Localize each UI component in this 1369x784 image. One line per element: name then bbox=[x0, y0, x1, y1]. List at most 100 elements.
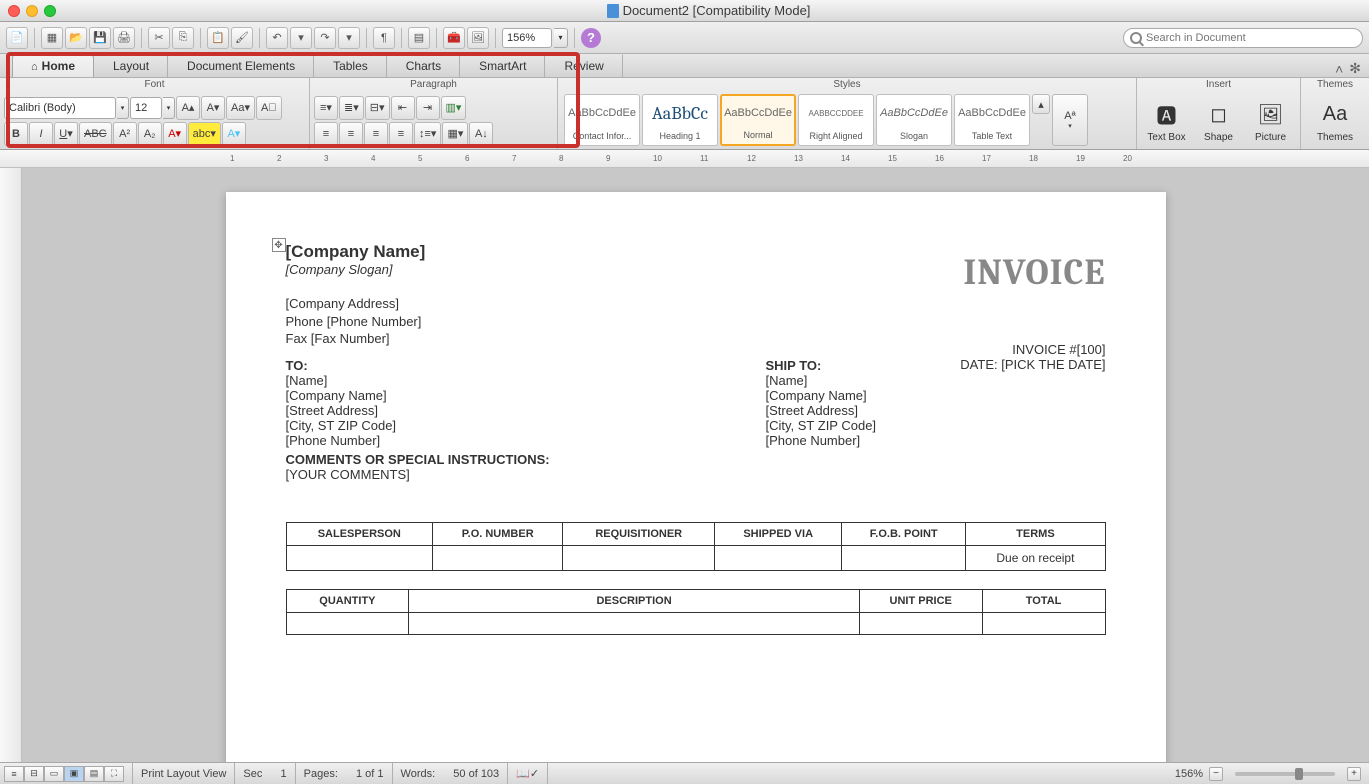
zoom-out-button[interactable]: − bbox=[1209, 767, 1223, 781]
company-phone[interactable]: Phone [Phone Number] bbox=[286, 313, 1106, 331]
copy-button[interactable]: ⎘ bbox=[172, 27, 194, 49]
page[interactable]: ✥ INVOICE [Company Name] [Company Slogan… bbox=[226, 192, 1166, 762]
td-requisitioner[interactable] bbox=[563, 545, 715, 570]
invoice-title[interactable]: INVOICE bbox=[963, 252, 1105, 293]
ship-city[interactable]: [City, ST ZIP Code] bbox=[766, 418, 1106, 433]
tab-document-elements[interactable]: Document Elements bbox=[168, 54, 314, 77]
tab-review[interactable]: Review bbox=[545, 54, 622, 77]
invoice-info-table[interactable]: SALESPERSON P.O. NUMBER REQUISITIONER SH… bbox=[286, 522, 1106, 571]
themes-button[interactable]: AaThemes bbox=[1310, 98, 1360, 143]
save-button[interactable]: 💾 bbox=[89, 27, 111, 49]
font-size-input[interactable]: 12 bbox=[130, 97, 162, 119]
th-terms[interactable]: TERMS bbox=[966, 522, 1105, 545]
ship-street[interactable]: [Street Address] bbox=[766, 403, 1106, 418]
to-city[interactable]: [City, ST ZIP Code] bbox=[286, 418, 626, 433]
draft-view-button[interactable]: ≡ bbox=[4, 766, 24, 782]
ship-name[interactable]: [Name] bbox=[766, 373, 1106, 388]
th-fob-point[interactable]: F.O.B. POINT bbox=[842, 522, 966, 545]
publishing-view-button[interactable]: ▭ bbox=[44, 766, 64, 782]
tab-smartart[interactable]: SmartArt bbox=[460, 54, 545, 77]
zoom-value[interactable]: 156% bbox=[502, 28, 552, 48]
style-slogan[interactable]: AaBbCcDdEeSlogan bbox=[876, 94, 952, 146]
invoice-date[interactable]: DATE: [PICK THE DATE] bbox=[960, 357, 1105, 372]
cut-button[interactable]: ✂ bbox=[148, 27, 170, 49]
company-address[interactable]: [Company Address] bbox=[286, 295, 1106, 313]
minimize-icon[interactable] bbox=[26, 5, 38, 17]
comments-label[interactable]: COMMENTS OR SPECIAL INSTRUCTIONS: bbox=[286, 452, 1106, 467]
line-spacing-button[interactable]: ↕≡▾ bbox=[414, 122, 441, 146]
td-terms[interactable]: Due on receipt bbox=[966, 545, 1105, 570]
ribbon-settings-icon[interactable]: ✻ bbox=[1349, 60, 1361, 77]
new-from-template-button[interactable]: ▦ bbox=[41, 27, 63, 49]
search-input[interactable] bbox=[1146, 32, 1356, 44]
columns-button[interactable]: ▥▾ bbox=[441, 96, 467, 120]
open-button[interactable]: 📂 bbox=[65, 27, 87, 49]
tab-charts[interactable]: Charts bbox=[387, 54, 460, 77]
change-case-button[interactable]: Aa▾ bbox=[226, 96, 255, 120]
zoom-slider[interactable] bbox=[1235, 772, 1335, 776]
strikethrough-button[interactable]: ABC bbox=[79, 122, 112, 146]
numbering-button[interactable]: ≣▾ bbox=[339, 96, 364, 120]
style-contact-info[interactable]: AaBbCcDdEeContact Infor... bbox=[564, 94, 640, 146]
tab-layout[interactable]: Layout bbox=[94, 54, 168, 77]
justify-button[interactable]: ≡ bbox=[389, 122, 413, 146]
th-requisitioner[interactable]: REQUISITIONER bbox=[563, 522, 715, 545]
style-normal[interactable]: AaBbCcDdEeNormal bbox=[720, 94, 796, 146]
style-heading-1[interactable]: AaBbCcHeading 1 bbox=[642, 94, 718, 146]
to-name[interactable]: [Name] bbox=[286, 373, 626, 388]
align-right-button[interactable]: ≡ bbox=[364, 122, 388, 146]
th-description[interactable]: DESCRIPTION bbox=[409, 589, 859, 612]
italic-button[interactable]: I bbox=[29, 122, 53, 146]
align-left-button[interactable]: ≡ bbox=[314, 122, 338, 146]
to-company[interactable]: [Company Name] bbox=[286, 388, 626, 403]
font-color-button[interactable]: A▾ bbox=[163, 122, 187, 146]
print-layout-view-button[interactable]: ▣ bbox=[64, 766, 84, 782]
insert-textbox[interactable]: 🅰Text Box bbox=[1142, 94, 1192, 147]
th-salesperson[interactable]: SALESPERSON bbox=[286, 522, 433, 545]
format-painter-button[interactable]: 🖌 bbox=[231, 27, 253, 49]
td-salesperson[interactable] bbox=[286, 545, 433, 570]
redo-button[interactable]: ↷ bbox=[314, 27, 336, 49]
notebook-view-button[interactable]: ▤ bbox=[84, 766, 104, 782]
align-center-button[interactable]: ≡ bbox=[339, 122, 363, 146]
close-icon[interactable] bbox=[8, 5, 20, 17]
font-name-dropdown[interactable]: ▾ bbox=[117, 97, 129, 119]
styles-pane-button[interactable]: Aª▾ bbox=[1052, 94, 1088, 146]
ship-company[interactable]: [Company Name] bbox=[766, 388, 1106, 403]
th-shipped-via[interactable]: SHIPPED VIA bbox=[715, 522, 842, 545]
outline-view-button[interactable]: ⊟ bbox=[24, 766, 44, 782]
ship-phone[interactable]: [Phone Number] bbox=[766, 433, 1106, 448]
media-browser-button[interactable]: 🖼 bbox=[467, 27, 489, 49]
font-name-input[interactable]: Calibri (Body) bbox=[4, 97, 116, 119]
clear-formatting-button[interactable]: A⃠ bbox=[256, 96, 282, 120]
to-street[interactable]: [Street Address] bbox=[286, 403, 626, 418]
comments-value[interactable]: [YOUR COMMENTS] bbox=[286, 467, 1106, 482]
insert-shape[interactable]: ◻Shape bbox=[1194, 94, 1244, 147]
fullscreen-view-button[interactable]: ⛶ bbox=[104, 766, 124, 782]
vertical-ruler[interactable] bbox=[0, 168, 22, 762]
decrease-indent-button[interactable]: ⇤ bbox=[391, 96, 415, 120]
td-shipped-via[interactable] bbox=[715, 545, 842, 570]
font-size-dropdown[interactable]: ▾ bbox=[163, 97, 175, 119]
to-label[interactable]: TO: bbox=[286, 358, 626, 373]
document-scroll[interactable]: ✥ INVOICE [Company Name] [Company Slogan… bbox=[22, 168, 1369, 762]
zoom-icon[interactable] bbox=[44, 5, 56, 17]
style-right-aligned[interactable]: AABBCCDDEERight Aligned bbox=[798, 94, 874, 146]
undo-button[interactable]: ↶ bbox=[266, 27, 288, 49]
spellcheck-icon[interactable]: 📖✓ bbox=[516, 767, 539, 780]
increase-indent-button[interactable]: ⇥ bbox=[416, 96, 440, 120]
zoom-in-button[interactable]: + bbox=[1347, 767, 1361, 781]
th-total[interactable]: TOTAL bbox=[982, 589, 1105, 612]
grow-font-button[interactable]: A▴ bbox=[176, 96, 200, 120]
show-hide-button[interactable]: ¶ bbox=[373, 27, 395, 49]
styles-scroll-up[interactable]: ▴ bbox=[1032, 94, 1050, 114]
underline-button[interactable]: U▾ bbox=[54, 122, 78, 146]
paste-button[interactable]: 📋 bbox=[207, 27, 229, 49]
bold-button[interactable]: B bbox=[4, 122, 28, 146]
to-phone[interactable]: [Phone Number] bbox=[286, 433, 626, 448]
multilevel-list-button[interactable]: ⊟▾ bbox=[365, 96, 390, 120]
redo-dropdown[interactable]: ▾ bbox=[338, 27, 360, 49]
horizontal-ruler[interactable]: 1234567891011121314151617181920 bbox=[0, 150, 1369, 168]
th-unit-price[interactable]: UNIT PRICE bbox=[859, 589, 982, 612]
tab-tables[interactable]: Tables bbox=[314, 54, 387, 77]
